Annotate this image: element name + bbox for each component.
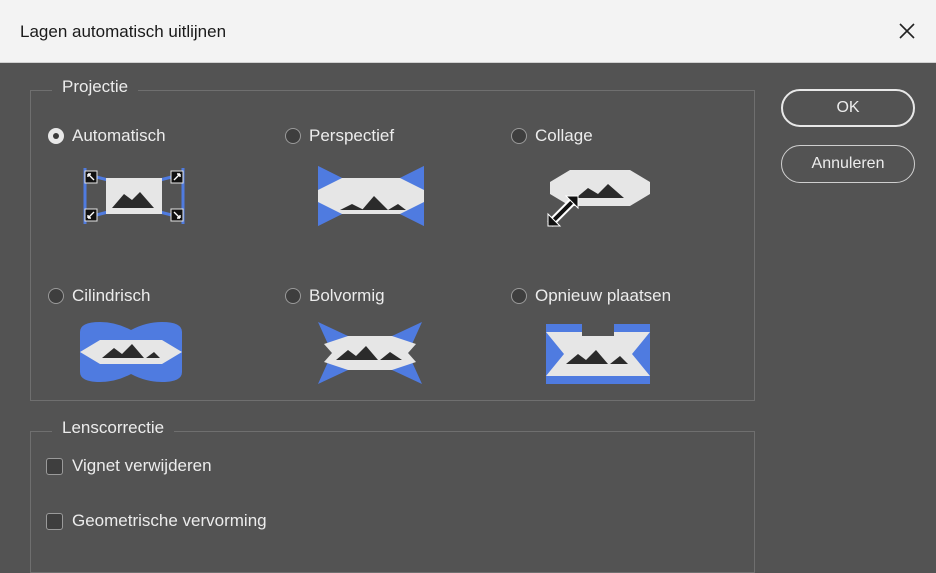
option-perspective-label: Perspectief: [309, 126, 395, 145]
option-spherical[interactable]: Bolvormig: [285, 286, 385, 306]
reposition-projection-icon[interactable]: [546, 324, 650, 384]
cancel-button[interactable]: Annuleren: [781, 145, 915, 183]
spherical-projection-icon[interactable]: [318, 322, 422, 384]
radio-cylindrical[interactable]: [48, 288, 64, 304]
auto-projection-icon[interactable]: [80, 164, 188, 228]
option-geometric-distortion-label: Geometrische vervorming: [72, 511, 267, 530]
checkbox-geometric-distortion[interactable]: [46, 512, 63, 530]
radio-automatic[interactable]: [48, 128, 64, 144]
auto-align-layers-dialog: Lagen automatisch uitlijnen Projectie Au…: [0, 0, 936, 573]
lens-correction-legend: Lenscorrectie: [52, 418, 175, 438]
title-bar: Lagen automatisch uitlijnen: [0, 0, 936, 63]
option-spherical-label: Bolvormig: [309, 286, 385, 305]
option-automatic-label: Automatisch: [72, 126, 166, 145]
option-remove-vignette[interactable]: Vignet verwijderen: [46, 456, 212, 476]
projection-legend: Projectie: [52, 77, 139, 97]
collage-projection-icon[interactable]: [546, 168, 652, 228]
lens-correction-group: [30, 431, 755, 573]
radio-perspective[interactable]: [285, 128, 301, 144]
option-automatic[interactable]: Automatisch: [48, 126, 166, 146]
radio-reposition[interactable]: [511, 288, 527, 304]
dialog-title: Lagen automatisch uitlijnen: [20, 22, 227, 41]
option-reposition[interactable]: Opnieuw plaatsen: [511, 286, 671, 306]
checkbox-remove-vignette[interactable]: [46, 457, 63, 475]
radio-collage[interactable]: [511, 128, 527, 144]
perspective-projection-icon[interactable]: [318, 166, 424, 226]
close-button[interactable]: [892, 16, 922, 46]
option-remove-vignette-label: Vignet verwijderen: [72, 456, 212, 475]
option-collage[interactable]: Collage: [511, 126, 593, 146]
ok-button[interactable]: OK: [781, 89, 915, 127]
option-reposition-label: Opnieuw plaatsen: [535, 286, 672, 305]
option-geometric-distortion[interactable]: Geometrische vervorming: [46, 511, 267, 531]
option-perspective[interactable]: Perspectief: [285, 126, 394, 146]
close-icon: [899, 23, 915, 39]
radio-spherical[interactable]: [285, 288, 301, 304]
option-cylindrical[interactable]: Cilindrisch: [48, 286, 150, 306]
option-cylindrical-label: Cilindrisch: [72, 286, 151, 305]
cylindrical-projection-icon[interactable]: [80, 322, 182, 382]
option-collage-label: Collage: [535, 126, 593, 145]
